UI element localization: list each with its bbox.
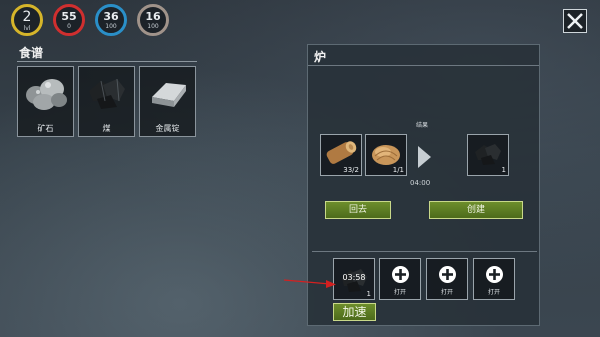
hud-bar: 2 lvl 55 0 36 100 16 100	[0, 0, 600, 40]
metal-ingot-icon	[152, 83, 186, 107]
result-label: 结果	[416, 122, 429, 129]
furnace-panel: 炉 结果 33/2 1/1 04:00 1 回去 创建 03:58 1 打开 打…	[307, 44, 540, 326]
food-value: 16	[145, 10, 161, 23]
close-icon	[567, 13, 583, 29]
ore-icon	[26, 79, 67, 110]
recipe-ore[interactable]: 矿石	[17, 66, 74, 137]
arrow-right-icon	[418, 146, 431, 168]
queue-slot-active[interactable]: 03:58 1	[333, 258, 375, 300]
plus-icon	[439, 266, 456, 283]
health-indicator: 55 0	[53, 4, 85, 36]
queue-open-label: 打开	[393, 289, 406, 296]
recipe-label: 煤	[102, 124, 111, 133]
queue-slot-empty[interactable]: 打开	[379, 258, 421, 300]
recipe-label: 金属锭	[155, 124, 180, 133]
recipes-title: 食谱	[19, 46, 44, 60]
queue-open-label: 打开	[487, 289, 500, 296]
level-indicator: 2 lvl	[11, 4, 43, 36]
health-value: 55	[61, 10, 77, 23]
input-slot-fiber[interactable]: 1/1	[365, 134, 407, 176]
queue-divider	[312, 251, 537, 252]
furnace-divider	[308, 65, 539, 66]
item-count: 1/1	[392, 166, 404, 174]
recipe-label: 矿石	[37, 124, 54, 133]
recipe-coal[interactable]: 煤	[78, 66, 135, 137]
food-sub: 100	[147, 23, 159, 30]
recipes-divider	[17, 61, 197, 62]
coal-icon	[475, 144, 501, 165]
annotation-arrow-icon	[283, 279, 336, 288]
queue-slot-empty[interactable]: 打开	[426, 258, 468, 300]
input-slot-wood[interactable]: 33/2	[320, 134, 362, 176]
back-button[interactable]: 回去	[325, 201, 391, 219]
queue-slot-empty[interactable]: 打开	[473, 258, 515, 300]
recipe-metal-ingot[interactable]: 金属锭	[139, 66, 196, 137]
health-sub: 0	[67, 23, 71, 30]
craft-time: 04:00	[410, 179, 431, 187]
water-indicator: 36 100	[95, 4, 127, 36]
plant-fiber-icon	[372, 145, 400, 165]
wood-log-icon	[326, 141, 357, 164]
plus-icon	[486, 266, 503, 283]
food-indicator: 16 100	[137, 4, 169, 36]
item-count: 1	[501, 166, 506, 174]
create-button[interactable]: 创建	[429, 201, 523, 219]
queue-open-label: 打开	[440, 289, 453, 296]
plus-icon	[392, 266, 409, 283]
water-sub: 100	[105, 23, 117, 30]
water-value: 36	[103, 10, 119, 23]
item-count: 1	[366, 290, 371, 298]
coal-icon	[89, 78, 125, 109]
speed-up-button[interactable]: 加速	[333, 303, 376, 321]
level-value: 2	[22, 9, 32, 25]
output-slot[interactable]: 1	[467, 134, 509, 176]
furnace-title: 炉	[314, 50, 327, 64]
queue-timer: 03:58	[342, 273, 366, 282]
level-sub: lvl	[23, 25, 31, 32]
item-count: 33/2	[343, 166, 359, 174]
close-button[interactable]	[563, 9, 587, 33]
